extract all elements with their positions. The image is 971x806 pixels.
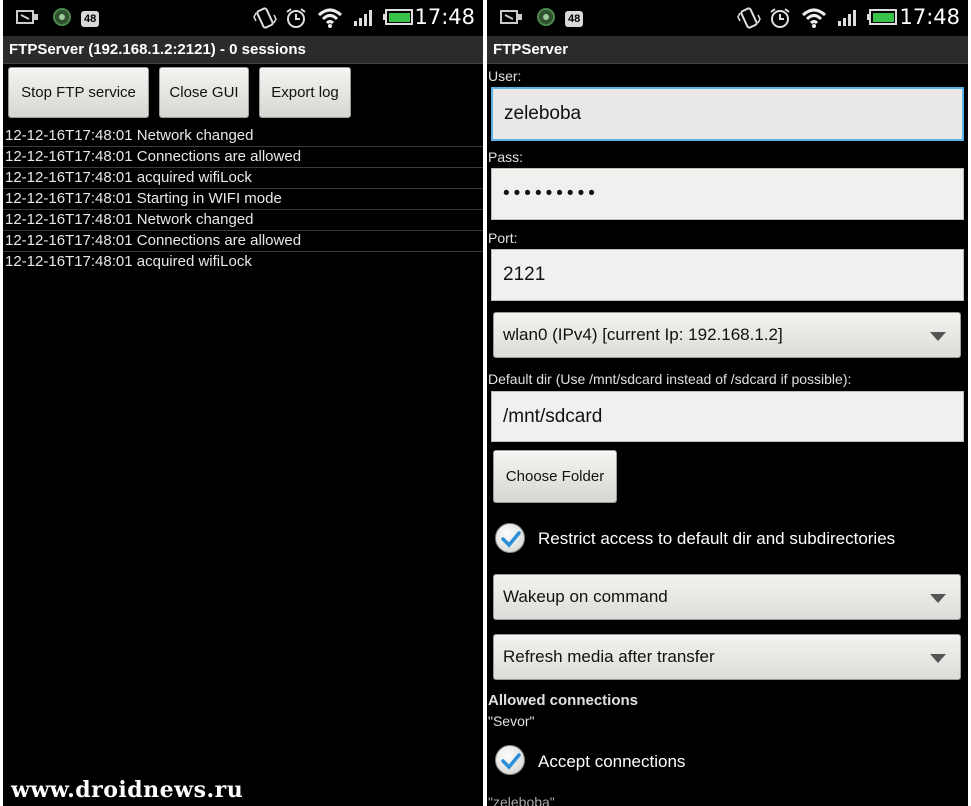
battery-icon (866, 7, 898, 32)
restrict-label: Restrict access to default dir and subdi… (538, 529, 896, 548)
app-title: FTPServer (487, 36, 968, 64)
accept-connections-checkbox[interactable] (495, 745, 525, 775)
allowed-entry: "Sevor" (488, 713, 535, 729)
stop-ftp-label: Stop FTP service (21, 84, 136, 101)
log-entry: 12-12-16T17:48:01 Network changed (3, 210, 483, 231)
refresh-media-select[interactable]: Refresh media after transfer (493, 634, 961, 680)
default-dir-value: /mnt/sdcard (503, 405, 603, 427)
check-icon (501, 753, 521, 770)
interface-select[interactable]: wlan0 (IPv4) [current Ip: 192.168.1.2] (493, 312, 961, 358)
port-label: Port: (488, 230, 518, 246)
usb-debug-icon (15, 7, 41, 32)
pass-value: ••••••••• (503, 183, 599, 204)
export-log-label: Export log (271, 84, 339, 101)
vibrate-icon (253, 7, 277, 34)
alarm-icon (285, 7, 307, 34)
app-title: FTPServer (192.168.1.2:2121) - 0 session… (3, 36, 483, 64)
cut-off-entry: "zeleboba" (488, 794, 555, 806)
right-screen: 48 17:48 FTPServer User: zeleboba Pass: … (487, 0, 968, 806)
pass-label: Pass: (488, 149, 524, 165)
interface-select-value: wlan0 (IPv4) [current Ip: 192.168.1.2] (503, 325, 783, 344)
chevron-down-icon (930, 332, 946, 341)
signal-icon (352, 7, 376, 32)
clock: 17:48 (899, 5, 960, 29)
stop-ftp-button[interactable]: Stop FTP service (8, 67, 149, 118)
wifi-icon (317, 7, 343, 34)
port-field[interactable]: 2121 (491, 249, 964, 301)
user-field[interactable]: zeleboba (491, 87, 964, 141)
battery-count-badge: 48 (565, 9, 584, 27)
clock: 17:48 (414, 5, 475, 29)
accept-connections-label: Accept connections (538, 752, 686, 771)
user-value: zeleboba (504, 103, 582, 124)
chevron-down-icon (930, 654, 946, 663)
wakeup-select[interactable]: Wakeup on command (493, 574, 961, 620)
signal-icon (836, 7, 860, 32)
log-entry: 12-12-16T17:48:01 Connections are allowe… (3, 231, 483, 252)
log-entry: 12-12-16T17:48:01 acquired wifiLock (5, 253, 252, 270)
battery-count-badge: 48 (81, 9, 100, 27)
check-icon (501, 531, 521, 548)
pass-field[interactable]: ••••••••• (491, 168, 964, 220)
alarm-icon (769, 7, 791, 34)
wifi-icon (801, 7, 827, 34)
wakeup-select-value: Wakeup on command (503, 587, 668, 606)
log-entry: 12-12-16T17:48:01 Starting in WIFI mode (3, 189, 483, 210)
refresh-media-select-value: Refresh media after transfer (503, 647, 715, 666)
status-bar: 48 17:48 (3, 0, 483, 35)
sync-icon (52, 7, 72, 32)
choose-folder-button[interactable]: Choose Folder (493, 450, 617, 503)
user-label: User: (488, 68, 522, 84)
vibrate-icon (737, 7, 761, 34)
default-dir-label: Default dir (Use /mnt/sdcard instead of … (488, 371, 852, 387)
status-bar: 48 17:48 (487, 0, 968, 35)
watermark: www.droidnews.ru (11, 777, 244, 803)
log-entry: 12-12-16T17:48:01 Network changed (3, 126, 483, 147)
restrict-checkbox[interactable] (495, 523, 525, 553)
export-log-button[interactable]: Export log (259, 67, 351, 118)
default-dir-field[interactable]: /mnt/sdcard (491, 391, 964, 442)
chevron-down-icon (930, 594, 946, 603)
close-gui-label: Close GUI (169, 84, 239, 101)
usb-debug-icon (499, 7, 525, 32)
log-entry: 12-12-16T17:48:01 Connections are allowe… (3, 147, 483, 168)
allowed-connections-header: Allowed connections (488, 692, 639, 709)
sync-icon (536, 7, 556, 32)
log-list: 12-12-16T17:48:01 Network changed 12-12-… (3, 126, 483, 272)
port-value: 2121 (503, 264, 546, 285)
choose-folder-label: Choose Folder (505, 468, 605, 485)
close-gui-button[interactable]: Close GUI (159, 67, 249, 118)
log-entry: 12-12-16T17:48:01 acquired wifiLock (3, 168, 483, 189)
battery-icon (382, 7, 414, 32)
left-screen: 48 17:48 FTPServer (192.168.1.2:2121) - … (3, 0, 483, 806)
